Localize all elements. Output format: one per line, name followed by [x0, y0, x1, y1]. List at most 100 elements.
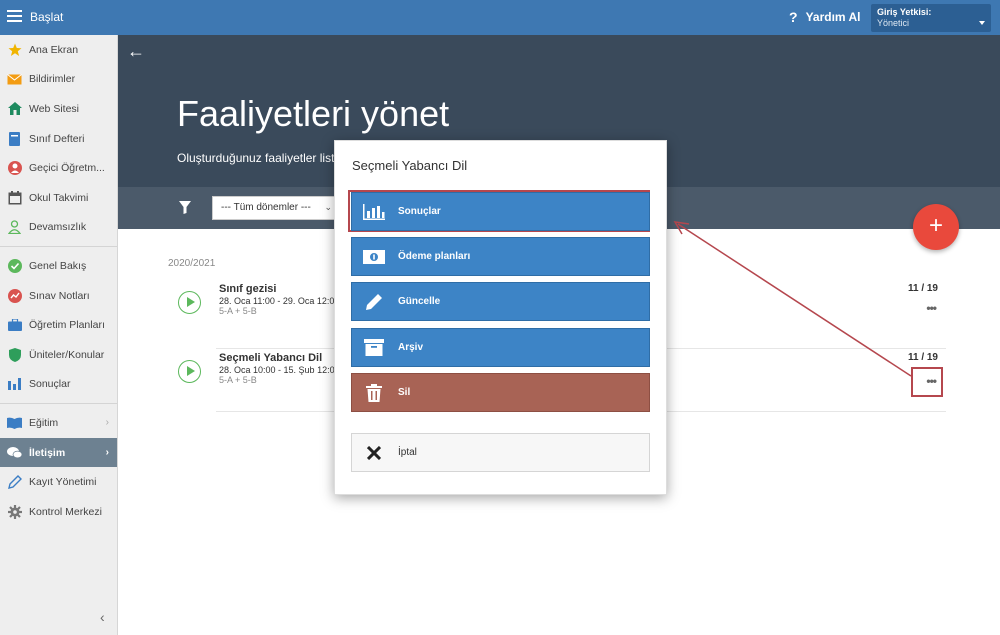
activity-name: Sınıf gezisi: [219, 283, 277, 295]
term-select[interactable]: --- Tüm dönemler --- ⌄: [212, 196, 337, 220]
help-button[interactable]: ? Yardım Al: [789, 9, 860, 25]
sidebar-item-label: Geçici Öğretm...: [29, 162, 105, 175]
briefcase-icon: [7, 318, 22, 332]
play-circle-icon: [178, 291, 201, 314]
sidebar-item-label: Ana Ekran: [29, 43, 79, 56]
sidebar-item-units-topics[interactable]: Üniteler/Konular: [0, 340, 117, 370]
shield-icon: [7, 347, 22, 362]
results-button[interactable]: Sonuçlar: [351, 192, 650, 231]
sidebar-divider: [0, 403, 117, 405]
bar-chart-icon: [362, 202, 386, 222]
delete-button[interactable]: Sil: [351, 373, 650, 412]
sidebar-item-label: Öğretim Planları: [29, 319, 105, 332]
archive-box-icon: [362, 338, 386, 358]
update-button[interactable]: Güncelle: [351, 282, 650, 321]
collapse-sidebar-icon[interactable]: ‹: [100, 609, 105, 625]
sidebar-item-notifications[interactable]: Bildirimler: [0, 65, 117, 95]
sidebar-item-label: Devamsızlık: [29, 221, 87, 234]
add-activity-button[interactable]: +: [913, 204, 959, 250]
filter-icon[interactable]: [179, 201, 191, 215]
sidebar-item-class-book[interactable]: Sınıf Defteri: [0, 124, 117, 154]
notebook-icon: [7, 131, 22, 146]
sidebar-item-control-center[interactable]: Kontrol Merkezi: [0, 497, 117, 527]
chat-icon: [7, 446, 22, 460]
archive-button[interactable]: Arşiv: [351, 328, 650, 367]
sidebar-item-teaching-plans[interactable]: Öğretim Planları: [0, 310, 117, 340]
sidebar-item-substitute-teacher[interactable]: Geçici Öğretm...: [0, 153, 117, 183]
sidebar-item-website[interactable]: Web Sitesi: [0, 94, 117, 124]
sidebar-item-label: Okul Takvimi: [29, 191, 89, 204]
envelope-icon: [7, 72, 22, 86]
modal-title: Seçmeli Yabancı Dil: [352, 158, 468, 173]
activity-date: 28. Oca 10:00 - 15. Şub 12:0: [219, 365, 335, 375]
sidebar-item-registration[interactable]: Kayıt Yönetimi: [0, 467, 117, 497]
back-arrow-icon[interactable]: ←: [127, 41, 145, 62]
sidebar-item-label: Kontrol Merkezi: [29, 505, 102, 518]
person-outline-icon: [7, 220, 22, 235]
person-badge-icon: [7, 161, 22, 176]
house-icon: [7, 102, 22, 116]
page-title: Faaliyetleri yönet: [177, 93, 450, 134]
cancel-button-label: İptal: [398, 447, 417, 458]
brand-title[interactable]: Başlat: [30, 10, 63, 24]
activity-date: 28. Oca 11:00 - 29. Oca 12:0: [219, 296, 335, 306]
sidebar-divider: [0, 246, 117, 248]
book-icon: [7, 416, 22, 430]
sidebar-item-label: Web Sitesi: [29, 102, 79, 115]
gear-icon: [7, 504, 22, 519]
sidebar-item-label: Üniteler/Konular: [29, 348, 105, 361]
grade-circle-icon: [7, 288, 22, 303]
sidebar-item-label: Bildirimler: [29, 73, 76, 86]
activity-actions-modal: Seçmeli Yabancı Dil Sonuçlar Ödeme planl…: [334, 140, 667, 495]
question-icon: ?: [789, 9, 798, 25]
money-icon: [362, 247, 386, 267]
sidebar-item-exam-grades[interactable]: Sınav Notları: [0, 281, 117, 311]
page-subtitle: Oluşturduğunuz faaliyetler liste: [177, 151, 342, 165]
sidebar-item-education[interactable]: Eğitim ›: [0, 408, 117, 438]
hamburger-menu-icon[interactable]: [7, 10, 22, 23]
bar-chart-icon: [7, 377, 22, 391]
sidebar-item-label: Sınıf Defteri: [29, 132, 85, 145]
caret-down-icon: [979, 21, 985, 25]
results-button-label: Sonuçlar: [398, 206, 441, 217]
activity-count: 11 / 19: [907, 283, 938, 294]
play-circle-icon: [178, 360, 201, 383]
term-select-value: --- Tüm dönemler ---: [221, 202, 311, 213]
year-label: 2020/2021: [168, 258, 216, 269]
calendar-icon: [7, 190, 22, 205]
chevron-right-icon: ›: [105, 446, 109, 458]
pencil-icon: [7, 475, 22, 490]
close-icon: [362, 443, 386, 463]
more-options-icon[interactable]: •••: [926, 301, 937, 315]
sidebar-item-label: İletişim: [29, 446, 66, 459]
activity-classes: 5-A + 5-B: [219, 375, 257, 385]
sidebar: Ana Ekran Bildirimler Web Sitesi Sınıf D…: [0, 35, 118, 635]
cancel-button[interactable]: İptal: [351, 433, 650, 472]
star-icon: [7, 43, 22, 57]
pencil-icon: [362, 292, 386, 312]
activity-name: Seçmeli Yabancı Dil: [219, 352, 323, 364]
role-value: Yönetici: [877, 18, 910, 28]
payment-plans-button-label: Ödeme planları: [398, 251, 471, 262]
sidebar-item-school-calendar[interactable]: Okul Takvimi: [0, 183, 117, 213]
chevron-down-icon: ⌄: [324, 202, 332, 212]
sidebar-item-label: Eğitim: [29, 416, 59, 429]
sidebar-item-attendance[interactable]: Devamsızlık: [0, 213, 117, 243]
highlight-box: [911, 367, 943, 397]
top-bar: Başlat ? Yardım Al Giriş Yetkisi: Yöneti…: [0, 0, 1000, 35]
sidebar-item-results[interactable]: Sonuçlar: [0, 370, 117, 400]
sidebar-item-communication[interactable]: İletişim ›: [0, 437, 117, 468]
trash-icon: [362, 383, 386, 403]
sidebar-item-label: Sınav Notları: [29, 289, 90, 302]
check-circle-icon: [7, 258, 22, 273]
activity-count: 11 / 19: [907, 352, 938, 363]
sidebar-item-home[interactable]: Ana Ekran: [0, 35, 117, 65]
payment-plans-button[interactable]: Ödeme planları: [351, 237, 650, 276]
role-select[interactable]: Giriş Yetkisi: Yönetici: [871, 4, 991, 32]
sidebar-item-label: Sonuçlar: [29, 378, 71, 391]
sidebar-item-label: Kayıt Yönetimi: [29, 476, 97, 489]
update-button-label: Güncelle: [398, 296, 441, 307]
sidebar-item-overview[interactable]: Genel Bakış: [0, 251, 117, 281]
delete-button-label: Sil: [398, 387, 411, 398]
activity-classes: 5-A + 5-B: [219, 306, 257, 316]
